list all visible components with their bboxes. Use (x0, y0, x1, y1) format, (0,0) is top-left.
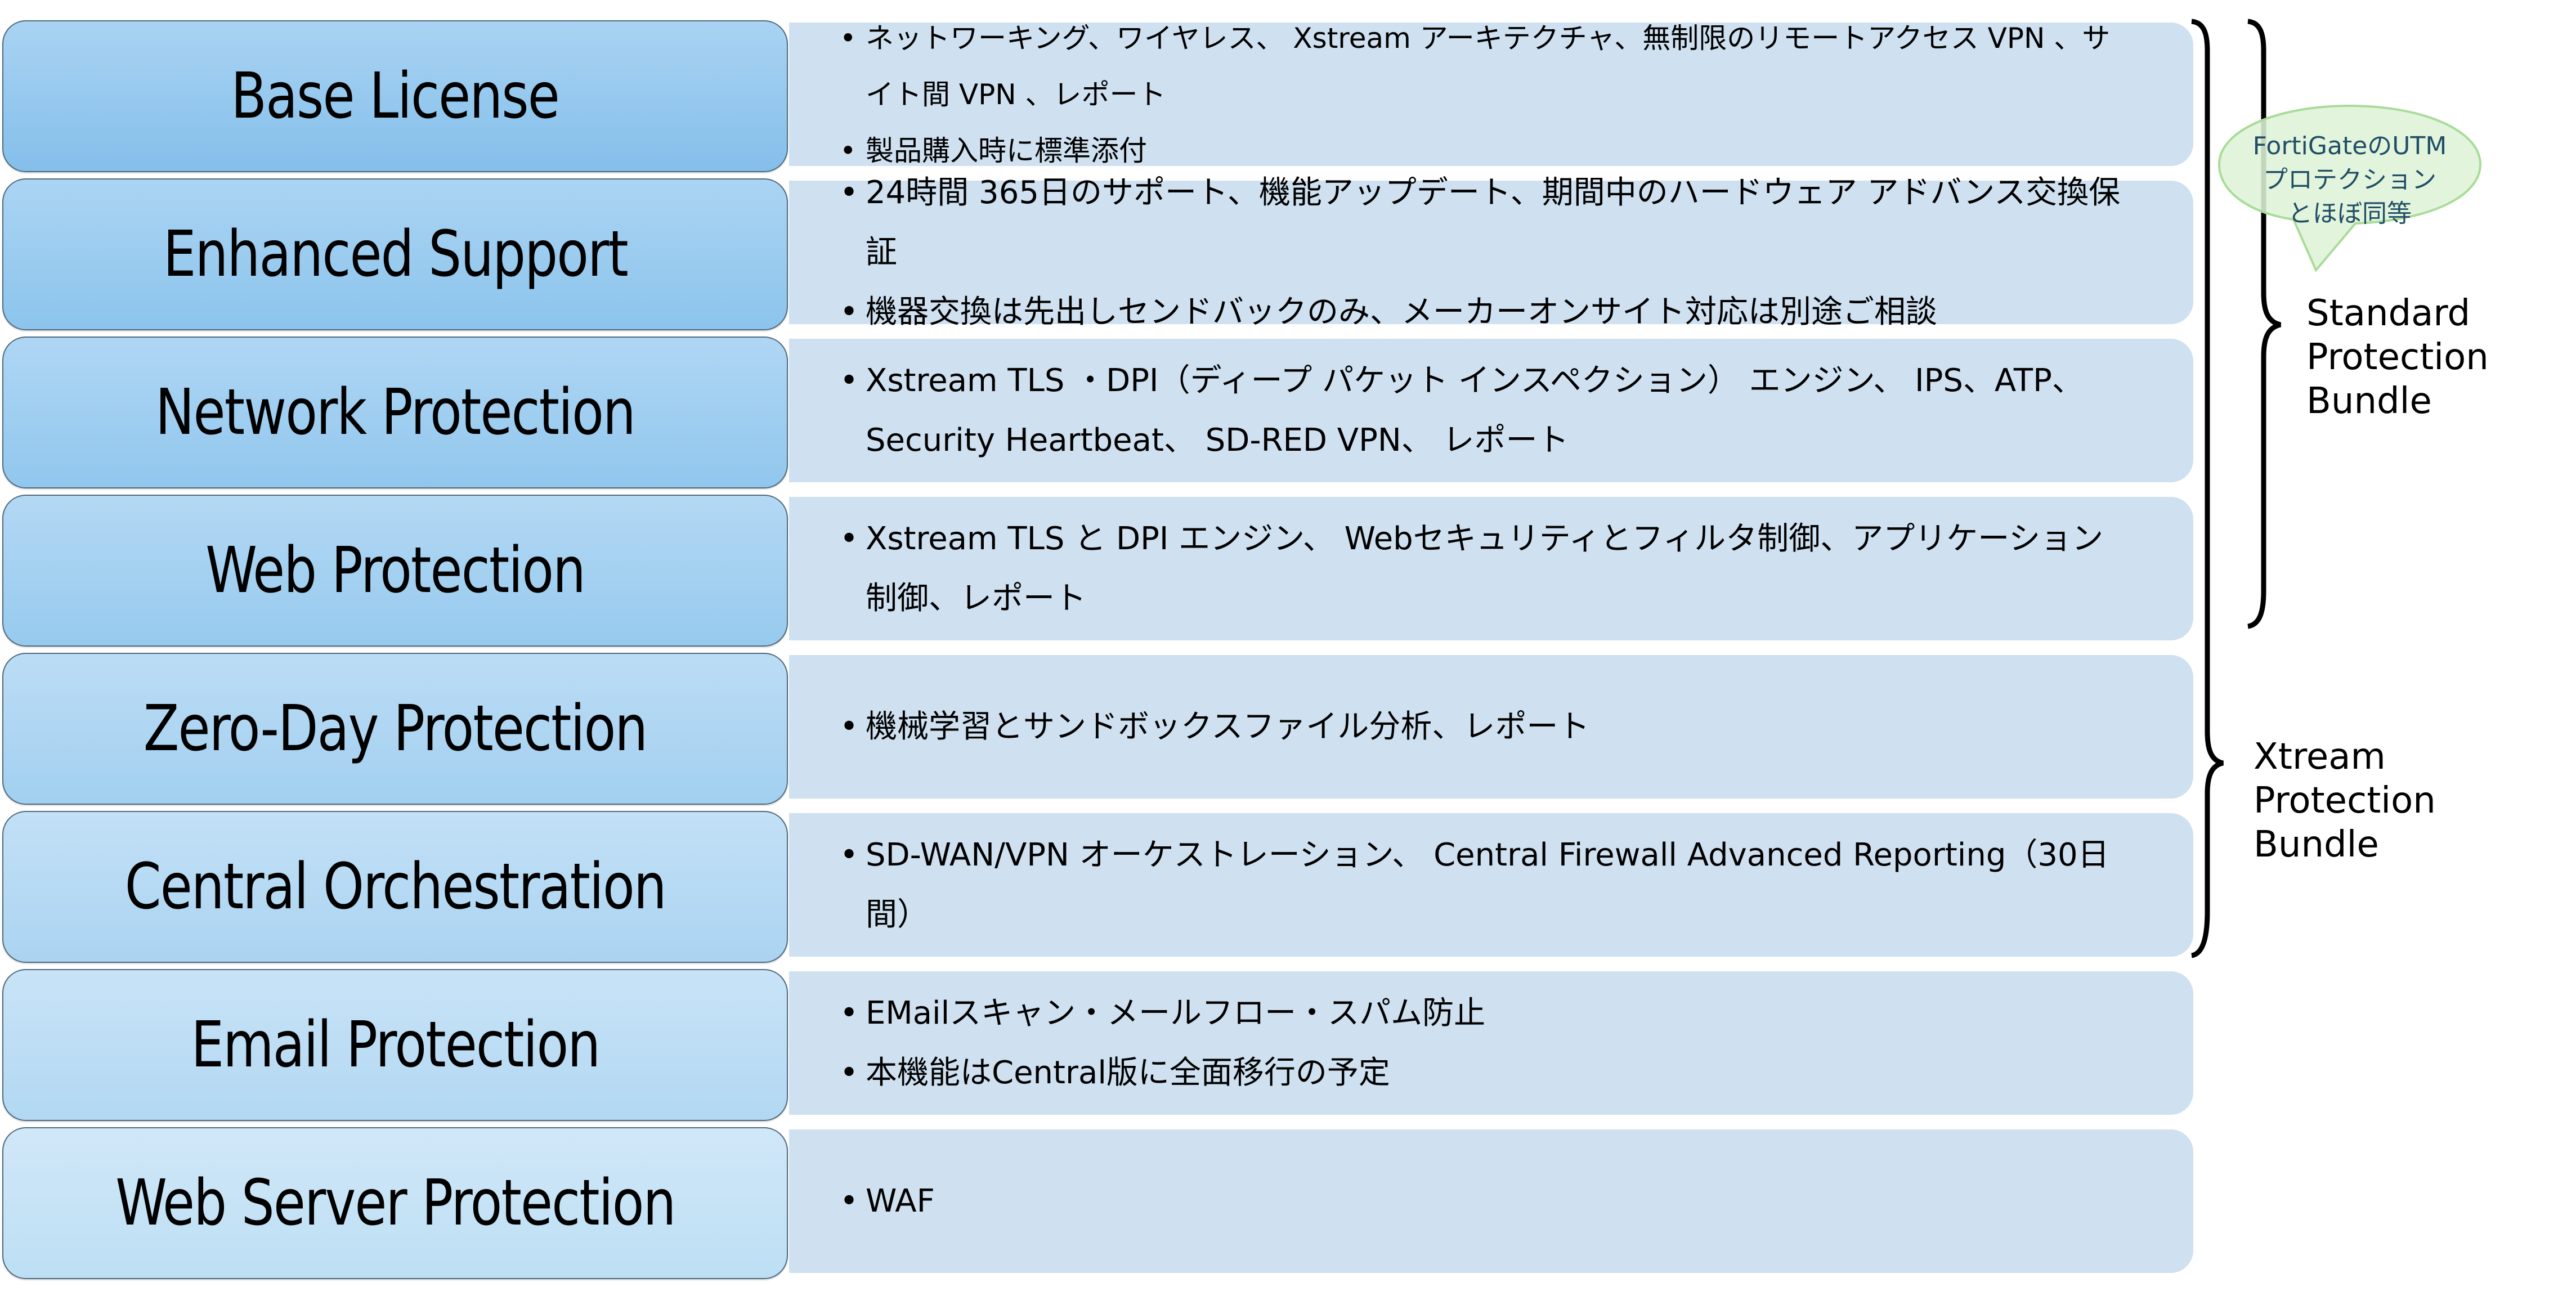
bullet-text: 機械学習とサンドボックスファイル分析、レポート (866, 708, 1590, 745)
license-name: Central Orchestration (124, 850, 667, 923)
description-bullet: • SD-WAN/VPN オーケストレーション、 Central Firewall… (840, 826, 2126, 945)
bullet-icon: • (840, 174, 859, 211)
bullet-text: SD-WAN/VPN オーケストレーション、 Central Firewall … (866, 836, 2109, 933)
callout-line: FortiGateのUTM (2252, 132, 2447, 160)
license-label-box: Email Protection (2, 969, 788, 1121)
license-label-box: Network Protection (2, 337, 788, 488)
callout-line: とほぼ同等 (2288, 199, 2412, 228)
bullet-text: 機器交換は先出しセンドバックのみ、メーカーオンサイト対応は別途ご相談 (866, 293, 1937, 330)
license-row: Web Protection • Xstream TLS と DPI エンジン、 W… (0, 495, 2195, 648)
label-line: Protection (2306, 337, 2489, 378)
bullet-icon: • (840, 362, 859, 399)
license-row: Base License • ネットワーキング、ワイヤレス、 Xstream アーキ… (0, 20, 2195, 173)
bullet-text: WAF (866, 1182, 935, 1219)
bullet-icon: • (840, 520, 859, 557)
description-bullet: • 機械学習とサンドボックスファイル分析、レポート (840, 697, 2126, 757)
license-label-box: Central Orchestration (2, 811, 788, 963)
license-name: Zero-Day Protection (143, 692, 648, 765)
license-label-box: Web Protection (2, 495, 788, 647)
label-line: Bundle (2306, 380, 2432, 422)
label-line: Protection (2254, 780, 2436, 822)
description-bullet: • WAF (840, 1172, 2126, 1231)
bullet-text: ネットワーキング、ワイヤレス、 Xstream アーキテクチャ、無制限のリモート… (866, 21, 2111, 111)
license-description-panel: • EMailスキャン・メールフロー・スパム防止 • 本機能はCentral版に全面移… (789, 971, 2193, 1115)
bullet-icon: • (840, 1054, 859, 1091)
bullet-text: 本機能はCentral版に全面移行の予定 (866, 1054, 1390, 1091)
bullet-text: Xstream TLS と DPI エンジン、 Webセキュリティとフィルタ制御… (866, 520, 2104, 617)
bullet-text: Xstream TLS ・DPI（ディープ パケット インスペクション） エンジ… (866, 362, 2084, 459)
license-name: Base License (231, 60, 560, 133)
license-name: Web Protection (205, 534, 586, 607)
bullet-icon: • (840, 21, 857, 55)
license-row: Email Protection • EMailスキャン・メールフロー・スパム防止 •… (0, 969, 2195, 1122)
bullet-text: EMailスキャン・メールフロー・スパム防止 (866, 994, 1486, 1032)
license-label-box: Zero-Day Protection (2, 653, 788, 805)
callout-line: プロテクション (2263, 165, 2436, 194)
license-row: Web Server Protection • WAF (0, 1127, 2195, 1280)
standard-bundle-brace (2247, 19, 2282, 629)
license-row: Enhanced Support • 24時間 365日のサポート、機能アップデート… (0, 174, 2195, 331)
xtream-bundle-label: Xtream Protection Bundle (2254, 735, 2436, 867)
license-name: Network Protection (155, 376, 636, 449)
label-line: Xtream (2254, 736, 2386, 778)
description-bullet: • ネットワーキング、ワイヤレス、 Xstream アーキテクチャ、無制限のリモー… (840, 10, 2126, 123)
license-description-panel: • 24時間 365日のサポート、機能アップデート、期間中のハードウェア アドバン… (789, 174, 2193, 330)
license-name: Web Server Protection (115, 1167, 676, 1240)
license-description-panel: • 機械学習とサンドボックスファイル分析、レポート (789, 655, 2193, 799)
label-line: Standard (2306, 293, 2471, 334)
bullet-icon: • (840, 708, 859, 745)
license-row: Central Orchestration • SD-WAN/VPN オーケストレー… (0, 811, 2195, 964)
description-bullet: • 本機能はCentral版に全面移行の予定 (840, 1043, 2126, 1103)
description-bullet: • EMailスキャン・メールフロー・スパム防止 (840, 984, 2126, 1043)
description-bullet: • Xstream TLS ・DPI（ディープ パケット インスペクション） エン… (840, 351, 2126, 470)
license-label-box: Enhanced Support (2, 178, 788, 330)
license-name: Enhanced Support (163, 218, 628, 291)
license-label-box: Base License (2, 20, 788, 172)
bullet-text: 24時間 365日のサポート、機能アップデート、期間中のハードウェア アドバンス… (866, 174, 2121, 271)
description-bullet: • 24時間 365日のサポート、機能アップデート、期間中のハードウェア アドバン… (840, 163, 2126, 282)
license-label-box: Web Server Protection (2, 1127, 788, 1279)
description-bullet: • Xstream TLS と DPI エンジン、 Webセキュリティとフィルタ制… (840, 509, 2126, 629)
license-row: Zero-Day Protection • 機械学習とサンドボックスファイル分析、レ… (0, 653, 2195, 806)
callout-text: FortiGateのUTM プロテクション とほぼ同等 (2243, 129, 2457, 231)
license-description-panel: • SD-WAN/VPN オーケストレーション、 Central Firewall… (789, 813, 2193, 957)
bullet-icon: • (840, 1182, 859, 1219)
description-bullet: • 機器交換は先出しセンドバックのみ、メーカーオンサイト対応は別途ご相談 (840, 282, 2126, 342)
license-description-panel: • ネットワーキング、ワイヤレス、 Xstream アーキテクチャ、無制限のリモー… (789, 22, 2193, 167)
license-description-panel: • WAF (789, 1129, 2193, 1273)
license-row: Network Protection • Xstream TLS ・DPI（ディープ… (0, 337, 2195, 490)
bullet-icon: • (840, 836, 859, 873)
bullet-icon: • (840, 293, 859, 330)
standard-bundle-label: Standard Protection Bundle (2306, 291, 2489, 423)
bullet-icon: • (840, 994, 859, 1032)
license-name: Email Protection (191, 1008, 601, 1082)
license-description-panel: • Xstream TLS と DPI エンジン、 Webセキュリティとフィルタ制… (789, 497, 2193, 640)
license-description-panel: • Xstream TLS ・DPI（ディープ パケット インスペクション） エン… (789, 339, 2193, 482)
label-line: Bundle (2254, 824, 2379, 865)
